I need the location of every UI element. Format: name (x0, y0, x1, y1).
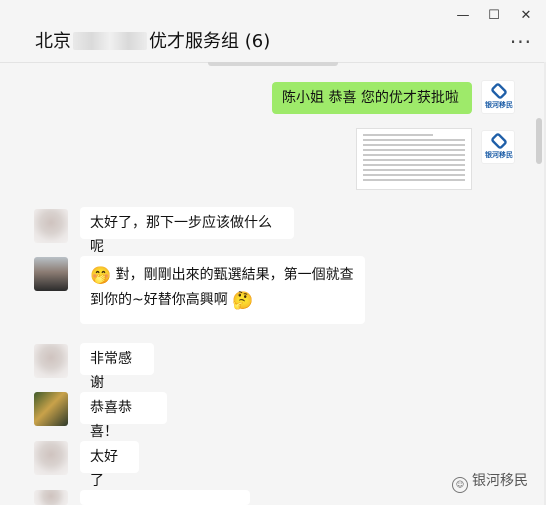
logo-icon (489, 81, 509, 101)
close-button[interactable]: ✕ (516, 8, 536, 23)
message-text: 非常感谢 (90, 351, 132, 391)
scroll-top-handle (208, 62, 338, 66)
avatar[interactable] (34, 257, 68, 291)
message-text: 到你的~好替你高興啊 (90, 292, 228, 308)
chat-title-prefix: 北京 (35, 31, 71, 52)
thinking-emoji-icon: 🤔 (232, 291, 254, 311)
avatar-blurred[interactable] (34, 209, 68, 243)
message-text: 太好了 (90, 449, 118, 489)
avatar-self[interactable]: 银河移民 (481, 130, 515, 164)
message-text: 太好了，那下一步应该做什么呢 (90, 215, 272, 255)
watermark: ☺ 银河移民 (452, 470, 528, 493)
logo-text: 银河移民 (485, 151, 513, 159)
minimize-button[interactable]: — (453, 8, 473, 23)
scrollbar-thumb[interactable] (536, 118, 542, 164)
facepalm-emoji-icon: 🤭 (90, 266, 112, 286)
message-bubble[interactable]: 太好了，那下一步应该做什么呢 (80, 207, 294, 255)
image-message[interactable] (356, 128, 472, 190)
message-bubble[interactable]: 非常感谢 (80, 343, 154, 391)
chat-header: 北京 优才服务组 (6) — ☐ ✕ ··· (0, 0, 546, 63)
message-text: 恭喜恭喜！ (90, 400, 132, 440)
message-bubble[interactable]: 🤭 對，剛剛出來的甄選結果，第一個就查 到你的~好替你高興啊 🤔 (80, 256, 365, 324)
message-text: 對，剛剛出來的甄選結果，第一個就查 (115, 267, 354, 283)
message-bubble-self[interactable]: 陈小姐 恭喜 您的优才获批啦 (272, 82, 472, 114)
avatar-blurred[interactable] (34, 490, 68, 505)
watermark-text: 银河移民 (472, 473, 528, 489)
avatar-blurred[interactable] (34, 344, 68, 378)
blurred-name (73, 32, 147, 50)
chat-window: 北京 优才服务组 (6) — ☐ ✕ ··· 陈小姐 恭喜 您的优才获批啦 银河移… (0, 0, 546, 505)
message-bubble[interactable]: 恭喜恭喜！ (80, 392, 167, 440)
close-icon: ✕ (520, 8, 532, 23)
message-text: 陈小姐 恭喜 您的优才获批啦 (282, 90, 459, 106)
avatar-self[interactable]: 银河移民 (481, 80, 515, 114)
chat-title-suffix: 优才服务组 (6) (149, 31, 271, 52)
message-bubble[interactable] (80, 490, 250, 505)
more-options-button[interactable]: ··· (510, 30, 532, 54)
logo-text: 银河移民 (485, 101, 513, 109)
wechat-icon: ☺ (452, 477, 468, 493)
message-bubble[interactable]: 太好了 (80, 441, 139, 489)
maximize-button[interactable]: ☐ (484, 8, 504, 23)
logo-icon (489, 131, 509, 151)
more-icon: ··· (509, 30, 532, 54)
maximize-icon: ☐ (488, 8, 500, 23)
chat-title: 北京 优才服务组 (6) (35, 27, 270, 53)
avatar[interactable] (34, 392, 68, 426)
avatar-blurred[interactable] (34, 441, 68, 475)
minimize-icon: — (456, 8, 470, 23)
